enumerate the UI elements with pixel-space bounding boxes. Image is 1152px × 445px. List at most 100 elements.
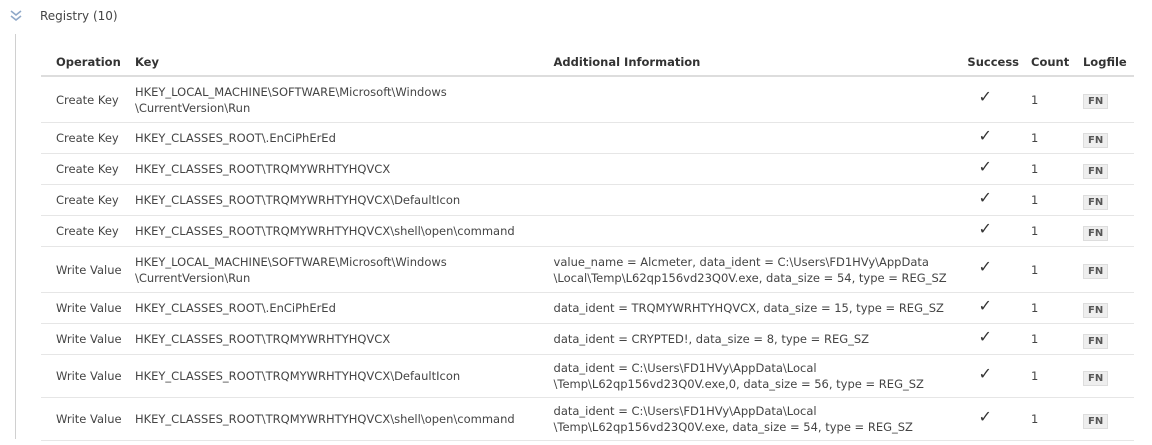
cell-operation: Create Key — [41, 153, 129, 185]
cell-operation: Write Value — [41, 323, 129, 355]
header-key[interactable]: Key — [128, 49, 548, 77]
cell-additional-information: value_name = Alcmeter, data_ident = C:\U… — [547, 246, 962, 293]
header-logfile[interactable]: Logfile — [1076, 49, 1134, 77]
cell-count-text: 1 — [1031, 92, 1039, 107]
cell-key: HKEY_CLASSES_ROOT\TRQMYWRHTYHQVCX\shell\… — [128, 215, 548, 247]
cell-key: HKEY_CLASSES_ROOT\TRQMYWRHTYHQVCX\shell\… — [128, 397, 548, 441]
success-check-icon: ✓ — [978, 406, 992, 426]
cell-operation-text: Create Key — [56, 224, 119, 238]
cell-success: ✓ — [961, 184, 1026, 216]
cell-key-text: HKEY_LOCAL_MACHINE\SOFTWARE\Microsoft\Wi… — [134, 84, 447, 115]
cell-operation: Create Key — [41, 122, 129, 154]
cell-operation: Create Key — [41, 76, 129, 123]
table-row: Create Key HKEY_CLASSES_ROOT\TRQMYWRHTYHQ… — [41, 184, 1134, 216]
cell-operation: Write Value — [41, 246, 129, 293]
cell-logfile: FN — [1076, 215, 1134, 247]
cell-key: HKEY_CLASSES_ROOT\TRQMYWRHTYHQVCX — [128, 323, 548, 355]
cell-logfile: FN — [1076, 122, 1134, 154]
cell-operation-text: Write Value — [56, 369, 122, 383]
cell-count: 1 — [1025, 122, 1077, 154]
cell-count-text: 1 — [1031, 162, 1039, 176]
registry-table: Operation Key Additional Information Suc… — [41, 49, 1134, 441]
cell-count-text: 1 — [1031, 224, 1039, 238]
table-row: Write Value HKEY_CLASSES_ROOT\TRQMYWRHTYH… — [41, 323, 1134, 355]
logfile-fn-badge[interactable]: FN — [1082, 264, 1109, 279]
header-additional-information[interactable]: Additional Information — [547, 49, 962, 77]
cell-operation-text: Write Value — [56, 332, 122, 346]
table-row: Write Value HKEY_LOCAL_MACHINE\SOFTWARE\M… — [41, 246, 1134, 293]
cell-logfile: FN — [1076, 354, 1134, 398]
success-check-icon: ✓ — [978, 295, 992, 315]
cell-key-text: HKEY_CLASSES_ROOT\.EnCiPhErEd — [134, 131, 336, 145]
cell-logfile: FN — [1076, 153, 1134, 185]
logfile-fn-badge[interactable]: FN — [1082, 302, 1109, 318]
cell-key: HKEY_LOCAL_MACHINE\SOFTWARE\Microsoft\Wi… — [128, 246, 548, 293]
cell-success: ✓ — [961, 292, 1026, 324]
cell-count: 1 — [1025, 397, 1077, 441]
logfile-fn-badge[interactable]: FN — [1082, 94, 1109, 109]
cell-logfile: FN — [1076, 184, 1134, 216]
header-success[interactable]: Success — [961, 49, 1026, 77]
cell-success: ✓ — [961, 397, 1026, 441]
cell-count-text: 1 — [1031, 301, 1039, 315]
success-check-icon: ✓ — [978, 87, 992, 106]
table-row: Create Key HKEY_CLASSES_ROOT\TRQMYWRHTYHQ… — [41, 153, 1134, 185]
cell-key-text: HKEY_CLASSES_ROOT\TRQMYWRHTYHQVCX\shell\… — [134, 224, 515, 238]
cell-operation-text: Write Value — [56, 262, 122, 277]
success-check-icon: ✓ — [978, 218, 992, 238]
section-title: Registry (10) — [40, 9, 118, 23]
cell-additional-information: data_ident = C:\Users\FD1HVy\AppData\Loc… — [547, 354, 962, 398]
logfile-fn-badge[interactable]: FN — [1082, 413, 1109, 429]
table-row: Write Value HKEY_CLASSES_ROOT\TRQMYWRHTYH… — [41, 354, 1134, 398]
double-chevron-down-icon — [10, 10, 22, 22]
cell-additional-information — [547, 215, 962, 247]
logfile-fn-badge[interactable]: FN — [1082, 333, 1109, 349]
cell-additional-information-text: data_ident = TRQMYWRHTYHQVCX, data_size … — [553, 301, 944, 315]
cell-additional-information-text: data_ident = C:\Users\FD1HVy\AppData\Loc… — [553, 361, 924, 391]
registry-section-toggle[interactable]: Registry (10) — [10, 6, 118, 26]
logfile-fn-badge[interactable]: FN — [1082, 194, 1109, 210]
cell-count: 1 — [1025, 76, 1077, 123]
cell-count: 1 — [1025, 292, 1077, 324]
cell-success: ✓ — [961, 122, 1026, 154]
cell-count-text: 1 — [1031, 131, 1039, 145]
cell-operation-text: Write Value — [56, 301, 122, 315]
cell-additional-information — [547, 122, 962, 154]
header-operation[interactable]: Operation — [41, 49, 129, 77]
cell-count-text: 1 — [1031, 369, 1039, 383]
cell-key-text: HKEY_CLASSES_ROOT\TRQMYWRHTYHQVCX — [134, 332, 391, 346]
cell-operation-text: Write Value — [56, 412, 122, 426]
cell-count: 1 — [1025, 323, 1077, 355]
logfile-fn-badge[interactable]: FN — [1082, 225, 1109, 241]
success-check-icon: ✓ — [978, 326, 992, 346]
cell-additional-information-text: data_ident = CRYPTED!, data_size = 8, ty… — [553, 332, 870, 346]
cell-success: ✓ — [961, 323, 1026, 355]
cell-key-text: HKEY_CLASSES_ROOT\.EnCiPhErEd — [134, 301, 336, 315]
logfile-fn-badge[interactable]: FN — [1082, 370, 1109, 386]
cell-success: ✓ — [961, 76, 1026, 123]
cell-key-text: HKEY_CLASSES_ROOT\TRQMYWRHTYHQVCX\Defaul… — [134, 193, 461, 207]
cell-operation: Create Key — [41, 215, 129, 247]
success-check-icon: ✓ — [978, 257, 992, 276]
table-header-row: Operation Key Additional Information Suc… — [41, 49, 1134, 77]
cell-operation: Write Value — [41, 354, 129, 398]
table-row: Create Key HKEY_CLASSES_ROOT\.EnCiPhErEd ✓… — [41, 122, 1134, 154]
cell-count-text: 1 — [1031, 412, 1039, 426]
success-check-icon: ✓ — [978, 187, 992, 207]
cell-key: HKEY_CLASSES_ROOT\TRQMYWRHTYHQVCX\Defaul… — [128, 354, 548, 398]
success-check-icon: ✓ — [978, 156, 992, 176]
header-count[interactable]: Count — [1025, 49, 1077, 77]
cell-operation-text: Create Key — [56, 162, 119, 176]
cell-count: 1 — [1025, 153, 1077, 185]
logfile-fn-badge[interactable]: FN — [1082, 132, 1109, 148]
cell-count: 1 — [1025, 354, 1077, 398]
cell-logfile: FN — [1076, 292, 1134, 324]
cell-operation: Write Value — [41, 397, 129, 441]
cell-count-text: 1 — [1031, 332, 1039, 346]
cell-success: ✓ — [961, 215, 1026, 247]
cell-additional-information: data_ident = CRYPTED!, data_size = 8, ty… — [547, 323, 962, 355]
cell-count: 1 — [1025, 246, 1077, 293]
logfile-fn-badge[interactable]: FN — [1082, 163, 1109, 179]
cell-key: HKEY_CLASSES_ROOT\TRQMYWRHTYHQVCX\Defaul… — [128, 184, 548, 216]
cell-key-text: HKEY_LOCAL_MACHINE\SOFTWARE\Microsoft\Wi… — [134, 254, 447, 285]
